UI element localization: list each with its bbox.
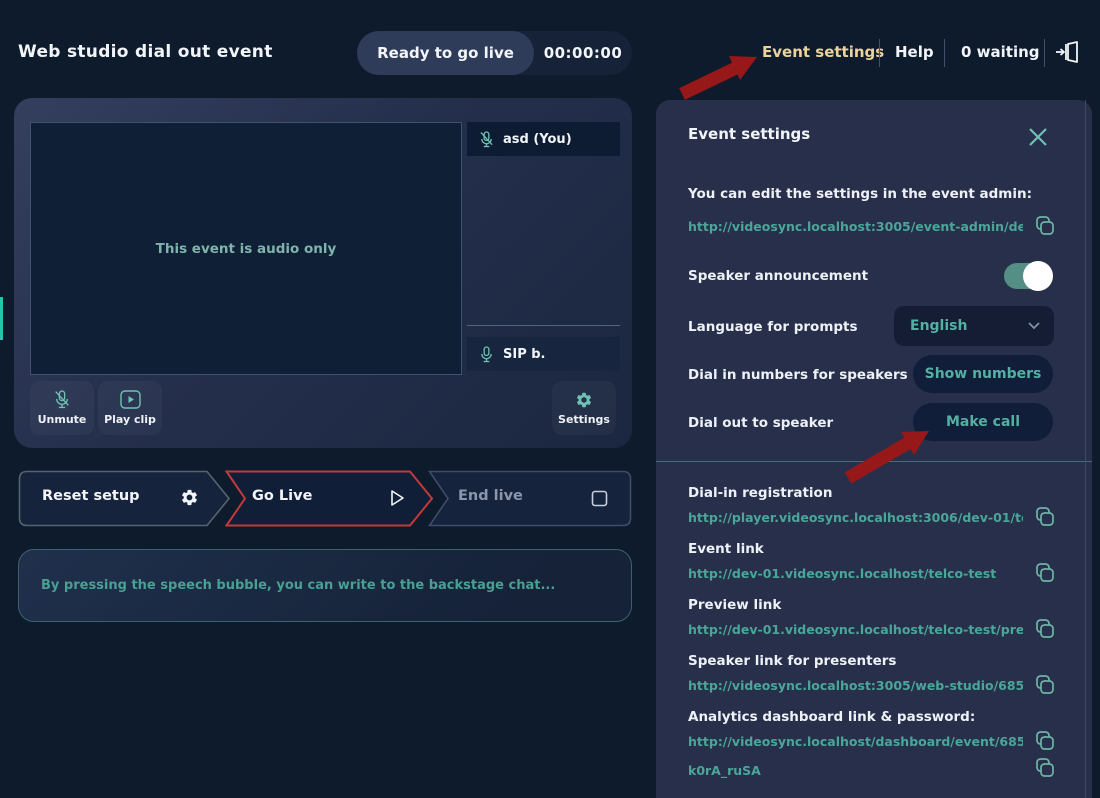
link-label: Event link	[688, 541, 764, 557]
participant-tile-sip[interactable]: SIP b.	[467, 337, 620, 371]
close-icon[interactable]	[1028, 127, 1048, 147]
gear-icon	[180, 488, 199, 507]
stop-square-icon	[591, 490, 608, 507]
link-url[interactable]: http://videosync.localhost:3005/web-stud…	[688, 678, 1023, 693]
gear-icon	[575, 391, 593, 409]
nav-divider	[879, 39, 880, 67]
chat-hint-text: By pressing the speech bubble, you can w…	[41, 578, 555, 593]
link-url[interactable]: http://player.videosync.localhost:3006/d…	[688, 510, 1023, 525]
live-status-pill: Ready to go live 00:00:00	[357, 31, 632, 75]
link-label: Analytics dashboard link & password:	[688, 709, 975, 725]
stage-panel: This event is audio only asd (You) SIP b…	[14, 98, 632, 448]
nav-event-settings[interactable]: Event settings	[762, 43, 884, 61]
play-clip-icon	[120, 390, 141, 409]
video-preview: This event is audio only	[30, 122, 462, 375]
link-label: Preview link	[688, 597, 781, 613]
audio-only-message: This event is audio only	[156, 241, 337, 257]
unmute-label: Unmute	[38, 413, 87, 426]
show-numbers-button[interactable]: Show numbers	[913, 355, 1053, 393]
speaker-announcement-label: Speaker announcement	[688, 268, 868, 284]
copy-icon[interactable]	[1033, 730, 1055, 752]
participant-name: asd (You)	[503, 132, 572, 147]
play-clip-label: Play clip	[104, 413, 156, 426]
link-url[interactable]: http://videosync.localhost/dashboard/eve…	[688, 734, 1023, 749]
mic-icon	[479, 346, 494, 363]
language-select[interactable]: English	[894, 306, 1054, 346]
show-numbers-label: Show numbers	[925, 366, 1042, 382]
admin-hint: You can edit the settings in the event a…	[688, 186, 1032, 202]
go-live-label: Go Live	[252, 488, 312, 504]
edge-accent	[0, 297, 3, 340]
dial-out-label: Dial out to speaker	[688, 415, 833, 431]
link-url[interactable]: http://dev-01.videosync.localhost/telco-…	[688, 622, 1023, 637]
settings-label: Settings	[558, 413, 610, 426]
ready-status: Ready to go live	[357, 31, 534, 75]
page-title: Web studio dial out event	[18, 42, 273, 62]
dashboard-password[interactable]: k0rA_ruSA	[688, 763, 761, 778]
annotation-arrow-event-settings	[670, 48, 765, 103]
copy-icon[interactable]	[1033, 215, 1055, 237]
link-label: Dial-in registration	[688, 485, 832, 501]
reset-setup-label: Reset setup	[42, 488, 140, 504]
stage-settings-button[interactable]: Settings	[552, 381, 616, 435]
participant-tile-self[interactable]: asd (You)	[467, 122, 620, 156]
link-url[interactable]: http://dev-01.videosync.localhost/telco-…	[688, 566, 996, 581]
make-call-label: Make call	[946, 414, 1020, 430]
admin-url-link[interactable]: http://videosync.localhost:3005/event-ad…	[688, 219, 1023, 234]
participant-name: SIP b.	[503, 347, 546, 362]
exit-icon[interactable]	[1055, 40, 1081, 64]
copy-icon[interactable]	[1033, 562, 1055, 584]
unmute-button[interactable]: Unmute	[30, 381, 94, 435]
nav-divider	[1044, 39, 1045, 67]
copy-icon[interactable]	[1033, 506, 1055, 528]
mic-muted-icon	[479, 131, 494, 148]
link-label: Speaker link for presenters	[688, 653, 896, 669]
web-studio-app: Web studio dial out event Ready to go li…	[0, 0, 1100, 798]
language-value: English	[910, 318, 1028, 334]
chevron-down-icon	[1028, 322, 1040, 330]
toggle-knob	[1023, 261, 1053, 291]
dial-in-numbers-label: Dial in numbers for speakers	[688, 367, 908, 383]
speaker-announcement-toggle[interactable]	[1004, 263, 1052, 289]
panel-title: Event settings	[688, 125, 810, 143]
backstage-chat-hint[interactable]: By pressing the speech bubble, you can w…	[18, 549, 632, 622]
event-timer: 00:00:00	[534, 44, 632, 62]
annotation-arrow-make-call	[838, 424, 938, 486]
scrollbar[interactable]	[1085, 100, 1086, 798]
copy-icon[interactable]	[1033, 757, 1055, 779]
mic-muted-icon	[53, 390, 71, 409]
nav-help[interactable]: Help	[895, 43, 934, 61]
copy-icon[interactable]	[1033, 618, 1055, 640]
nav-waiting-count[interactable]: 0 waiting	[961, 43, 1040, 61]
play-icon	[390, 489, 405, 507]
copy-icon[interactable]	[1033, 674, 1055, 696]
play-clip-button[interactable]: Play clip	[98, 381, 162, 435]
end-live-label: End live	[458, 488, 523, 504]
nav-divider	[944, 39, 945, 67]
language-label: Language for prompts	[688, 319, 858, 335]
participant-divider	[467, 325, 620, 326]
